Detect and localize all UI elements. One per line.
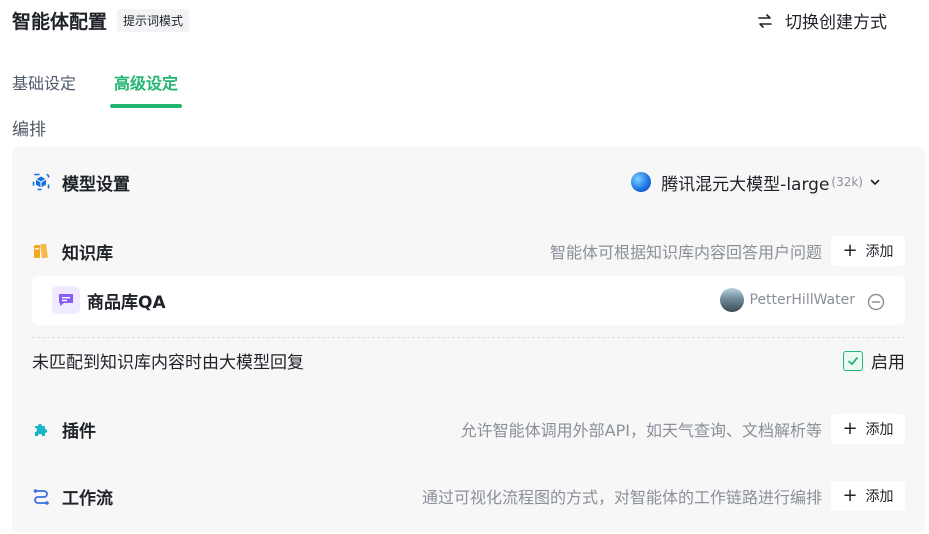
puzzle-icon — [32, 420, 50, 438]
add-label: 添加 — [865, 422, 894, 438]
knowledge-description: 智能体可根据知识库内容回答用户问题 — [549, 243, 822, 262]
knowledge-item-name: 商品库QA — [87, 293, 166, 313]
enable-label: 启用 — [871, 353, 905, 373]
knowledge-item-owner: PetterHillWater — [719, 288, 856, 312]
page-title: 智能体配置 — [12, 10, 108, 33]
workflow-description: 通过可视化流程图的方式，对智能体的工作链路进行编排 — [421, 488, 822, 507]
plugins-description: 允许智能体调用外部API，如天气查询、文档解析等 — [460, 421, 822, 440]
enable-fallback-checkbox[interactable]: 启用 — [843, 348, 905, 373]
knowledge-label: 知识库 — [62, 243, 113, 264]
model-selector[interactable]: 腾讯混元大模型-large (32k) — [631, 170, 881, 195]
page-header: 智能体配置 提示词模式 切换创建方式 — [12, 6, 929, 34]
avatar — [719, 288, 744, 312]
tab-basic-settings[interactable]: 基础设定 — [12, 70, 76, 108]
model-settings-label: 模型设置 — [62, 174, 130, 195]
minus-circle-icon[interactable] — [867, 293, 885, 311]
add-label: 添加 — [865, 489, 894, 505]
mode-badge: 提示词模式 — [117, 8, 190, 32]
plugins-row: 插件 允许智能体调用外部API，如天气查询、文档解析等 + 添加 — [12, 414, 925, 444]
chevron-down-icon — [870, 179, 880, 185]
books-icon — [32, 242, 50, 260]
flow-icon — [32, 487, 50, 505]
orchestration-panel: 模型设置 腾讯混元大模型-large (32k) 知识库 智能体可根据知识库内容… — [12, 146, 925, 532]
add-plugin-button[interactable]: + 添加 — [831, 414, 905, 444]
switch-creation-mode-button[interactable]: 切换创建方式 — [757, 8, 887, 33]
workflow-label: 工作流 — [62, 488, 113, 509]
divider — [32, 337, 905, 338]
plugins-label: 插件 — [62, 421, 96, 442]
add-workflow-button[interactable]: + 添加 — [831, 481, 905, 511]
swap-arrows-icon — [758, 13, 772, 28]
model-name: 腾讯混元大模型-large — [661, 174, 830, 195]
chat-bubble-icon — [52, 286, 80, 314]
plus-icon: + — [842, 485, 858, 506]
add-label: 添加 — [865, 244, 894, 260]
knowledge-row: 知识库 智能体可根据知识库内容回答用户问题 + 添加 — [12, 236, 925, 266]
plus-icon: + — [842, 418, 858, 439]
checkbox[interactable] — [843, 350, 863, 371]
plus-icon: + — [842, 240, 858, 261]
add-knowledge-button[interactable]: + 添加 — [831, 236, 905, 266]
knowledge-item-card[interactable]: 商品库QA PetterHillWater — [32, 276, 905, 325]
owner-name: PetterHillWater — [749, 292, 856, 308]
switch-label: 切换创建方式 — [785, 13, 887, 33]
check-icon — [848, 356, 858, 365]
model-context: (32k) — [831, 175, 863, 189]
settings-tabs: 基础设定 高级设定 — [12, 70, 216, 108]
hunyuan-logo-icon — [631, 172, 652, 192]
model-settings-row: 模型设置 腾讯混元大模型-large (32k) — [12, 170, 925, 195]
tab-advanced-settings[interactable]: 高级设定 — [110, 70, 183, 108]
workflow-row: 工作流 通过可视化流程图的方式，对智能体的工作链路进行编排 + 添加 — [12, 481, 925, 511]
fallback-text: 未匹配到知识库内容时由大模型回复 — [32, 353, 304, 373]
model-cube-icon — [32, 173, 50, 191]
section-label: 编排 — [12, 120, 46, 140]
